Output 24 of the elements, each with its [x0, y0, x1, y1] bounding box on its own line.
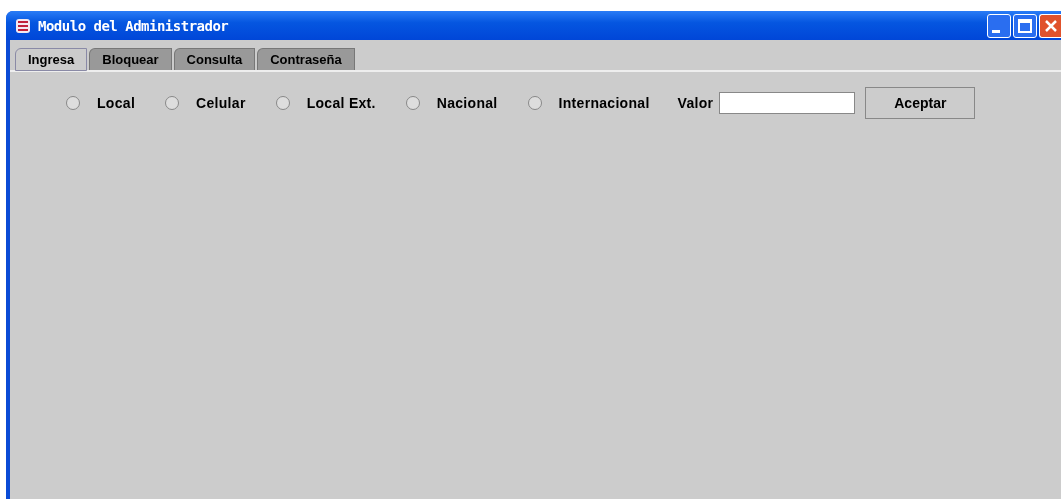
radio-button[interactable]	[275, 96, 290, 110]
field-label: Valor	[677, 95, 714, 111]
tab[interactable]: Contraseña	[257, 48, 355, 70]
window-title: Modulo del Administrador	[38, 17, 229, 34]
value-field[interactable]	[719, 92, 856, 114]
app-icon	[14, 16, 32, 35]
radio-button[interactable]	[527, 96, 542, 110]
radio-button[interactable]	[66, 96, 80, 110]
close-button[interactable]	[1039, 14, 1061, 38]
maximize-icon	[1015, 16, 1035, 36]
tab[interactable]: Bloquear	[89, 48, 172, 70]
tab[interactable]: Ingresa	[15, 48, 88, 71]
tab[interactable]: Consulta	[173, 48, 256, 70]
radio-label: Local	[97, 95, 136, 111]
minimize-button[interactable]	[987, 14, 1011, 38]
radio-button[interactable]	[405, 96, 420, 110]
radio-button[interactable]	[165, 96, 180, 110]
minimize-icon	[992, 29, 1000, 33]
maximize-button[interactable]	[1013, 14, 1037, 38]
accept-button[interactable]: Aceptar	[865, 87, 976, 119]
radio-label: Nacional	[436, 95, 498, 111]
radio-label: Internacional	[558, 95, 650, 111]
radio-label: Celular	[196, 95, 246, 111]
radio-label: Local Ext.	[306, 95, 376, 111]
